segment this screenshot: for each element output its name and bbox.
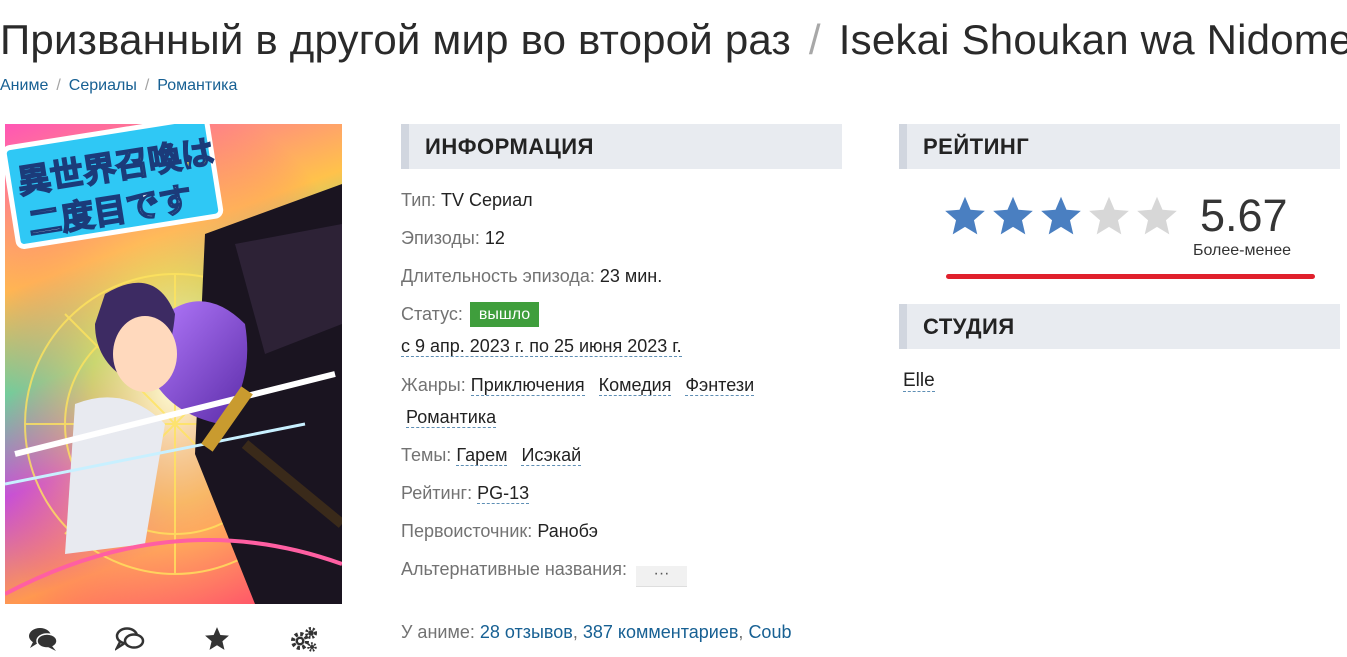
info-row-duration: Длительность эпизода: 23 мин.: [401, 264, 662, 288]
source-value: Ранобэ: [537, 521, 598, 541]
studio-block: Elle: [903, 369, 935, 393]
about-label: У аниме:: [401, 622, 475, 642]
themes-label: Темы:: [401, 445, 452, 465]
rating-star-icon[interactable]: [991, 194, 1035, 238]
info-row-episodes: Эпизоды: 12: [401, 226, 505, 250]
rating-header-title: РЕЙТИНГ: [923, 134, 1030, 159]
info-row-about: У аниме: 28 отзывов, 387 комментариев, C…: [401, 620, 791, 644]
page-title: Призванный в другой мир во второй раз / Is…: [0, 14, 1347, 66]
theme-link[interactable]: Гарем: [456, 445, 508, 466]
source-label: Первоисточник:: [401, 521, 533, 541]
genres-label: Жанры:: [401, 375, 466, 395]
comment-outline-icon: [115, 627, 145, 651]
age-rating-label: Рейтинг:: [401, 483, 473, 503]
about-comma: ,: [572, 622, 578, 642]
info-header-title: ИНФОРМАЦИЯ: [425, 134, 594, 159]
rating-star-icon[interactable]: [943, 194, 987, 238]
breadcrumb-series[interactable]: Сериалы: [69, 77, 137, 94]
info-row-aired: с 9 апр. 2023 г. по 25 июня 2023 г.: [401, 334, 682, 358]
rating-score: 5.67: [1200, 190, 1288, 241]
title-separator: /: [808, 16, 821, 63]
info-row-alt-names: Альтернативные названия: ···: [401, 557, 687, 587]
theme-link[interactable]: Исэкай: [521, 445, 582, 466]
breadcrumb-anime[interactable]: Аниме: [0, 77, 48, 94]
poster-actions: [5, 622, 342, 656]
type-label: Тип:: [401, 190, 437, 210]
alt-names-expand-button[interactable]: ···: [635, 566, 687, 587]
rating-verdict: Более-менее: [1193, 242, 1292, 259]
gears-icon: [291, 627, 317, 652]
age-rating-value[interactable]: PG-13: [477, 483, 530, 504]
info-row-source: Первоисточник: Ранобэ: [401, 519, 598, 543]
info-row-themes: Темы: Гарем Исэкай: [401, 443, 582, 467]
rating-star-icon[interactable]: [1039, 194, 1083, 238]
studio-header-title: СТУДИЯ: [923, 314, 1015, 339]
duration-label: Длительность эпизода:: [401, 266, 595, 286]
breadcrumb-separator: /: [56, 77, 61, 94]
studio-link[interactable]: Elle: [903, 370, 935, 392]
duration-value: 23 мин.: [599, 266, 663, 286]
poster-image[interactable]: 異世界召喚は 二度目です: [5, 124, 342, 604]
rating-box: 5.67 Более-менее: [943, 190, 1315, 280]
episodes-label: Эпизоды:: [401, 228, 480, 248]
info-row-genres-wrap: Романтика: [406, 405, 497, 429]
rating-star-icon[interactable]: [1135, 194, 1179, 238]
breadcrumb-romance[interactable]: Романтика: [157, 77, 237, 94]
episodes-value: 12: [484, 228, 505, 248]
title-ru: Призванный в другой мир во второй раз: [0, 16, 791, 63]
aired-dates[interactable]: с 9 апр. 2023 г. по 25 июня 2023 г.: [401, 336, 682, 357]
favorite-button[interactable]: [197, 622, 237, 656]
discussion-button[interactable]: [110, 622, 150, 656]
studio-header: СТУДИЯ: [899, 304, 1340, 349]
comments-icon: [29, 628, 58, 651]
star-icon: [205, 627, 229, 650]
breadcrumb: Аниме / Сериалы / Романтика: [0, 76, 237, 96]
info-row-type: Тип: TV Сериал: [401, 188, 533, 212]
info-header: ИНФОРМАЦИЯ: [401, 124, 842, 169]
rating-header: РЕЙТИНГ: [899, 124, 1340, 169]
info-row-status: Статус: вышло: [401, 302, 540, 327]
type-value: TV Сериал: [441, 190, 533, 210]
alt-names-label: Альтернативные названия:: [401, 559, 627, 579]
comments-button[interactable]: [23, 622, 63, 656]
coub-link[interactable]: Coub: [748, 622, 791, 642]
info-row-rating: Рейтинг: PG-13: [401, 481, 530, 505]
info-row-genres: Жанры: Приключения Комедия Фэнтези: [401, 373, 755, 397]
status-badge: вышло: [469, 302, 540, 327]
settings-button[interactable]: [284, 622, 324, 656]
rating-bar: [946, 274, 1315, 279]
status-label: Статус:: [401, 304, 463, 324]
breadcrumb-separator: /: [144, 77, 150, 94]
poster-artwork: 異世界召喚は 二度目です: [5, 124, 342, 604]
about-comma: ,: [738, 622, 744, 642]
comments-link[interactable]: 387 комментариев: [583, 622, 739, 642]
title-romaji: Isekai Shoukan wa Nidome desu: [838, 16, 1347, 63]
rating-star-icon[interactable]: [1087, 194, 1131, 238]
genre-link[interactable]: Фэнтези: [685, 375, 755, 396]
genre-link[interactable]: Приключения: [470, 375, 585, 396]
genre-link[interactable]: Романтика: [406, 407, 497, 428]
genre-link[interactable]: Комедия: [598, 375, 672, 396]
reviews-link[interactable]: 28 отзывов: [480, 622, 573, 642]
